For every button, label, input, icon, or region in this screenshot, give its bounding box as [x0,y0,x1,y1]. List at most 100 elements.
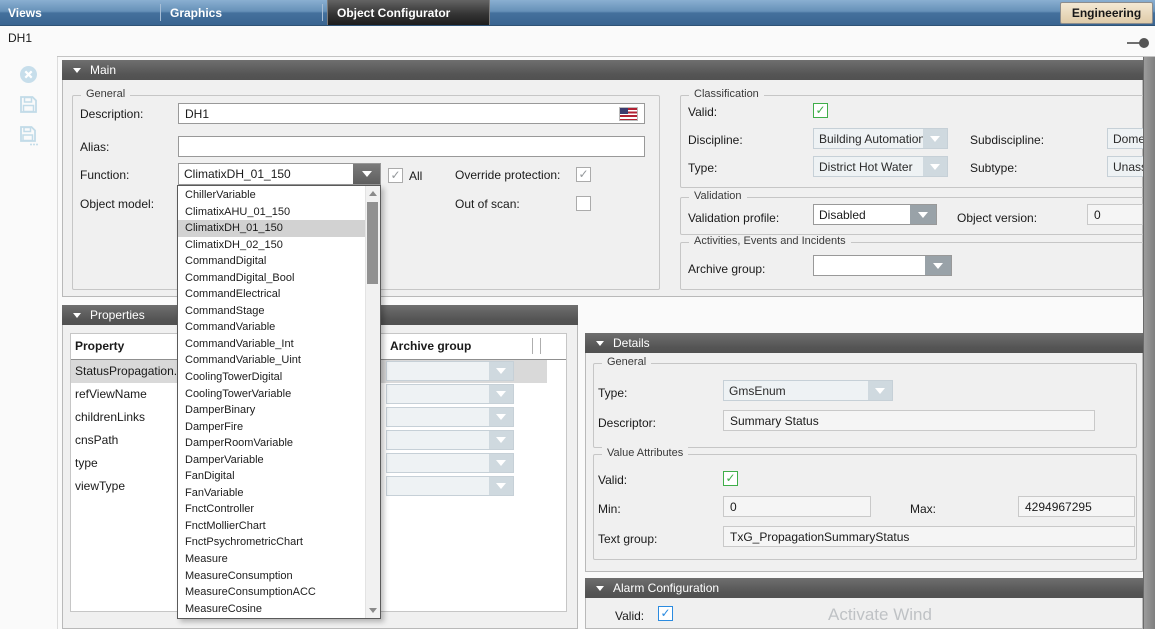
dropdown-item[interactable]: CommandVariable_Uint [178,352,365,369]
descriptor-field: Summary Status [723,410,1095,431]
save-as-icon [19,125,39,147]
archive-group-cell-value [387,454,489,472]
archive-group-cell-combobox [386,407,514,427]
all-checkbox[interactable] [388,168,403,183]
dropdown-item[interactable]: ClimatixDH_01_150 [178,220,365,237]
alias-input[interactable] [178,136,645,157]
validation-profile-combobox[interactable]: Disabled [813,204,937,225]
chevron-down-icon [923,129,947,148]
dropdown-item[interactable]: DamperVariable [178,452,365,469]
subtype-label: Subtype: [970,161,1017,175]
dropdown-item[interactable]: CoolingTowerVariable [178,386,365,403]
alarm-section-header[interactable]: Alarm Configuration [585,578,1143,598]
engineering-mode-button[interactable]: Engineering [1060,2,1153,24]
dropdown-item[interactable]: ClimatixAHU_01_150 [178,204,365,221]
archive-group-column-header[interactable]: Archive group [390,339,471,353]
dropdown-item[interactable]: DamperFire [178,419,365,436]
dropdown-item[interactable]: CommandElectrical [178,286,365,303]
tab-object-configurator[interactable]: Object Configurator [327,0,490,25]
chevron-down-icon[interactable] [925,256,951,275]
dropdown-item[interactable]: FnctMollierChart [178,518,365,535]
classification-type-label: Type: [688,161,717,175]
text-group-field: TxG_PropagationSummaryStatus [723,526,1135,547]
archive-group-cell-value [387,385,489,403]
text-group-label: Text group: [598,532,657,546]
collapse-triangle-icon [73,68,81,73]
chevron-down-icon[interactable] [353,164,380,184]
dropdown-item[interactable]: FnctPsychrometricChart [178,534,365,551]
description-input[interactable]: DH1 [178,103,645,124]
max-label: Max: [910,502,936,516]
object-model-label: Object model: [80,197,154,211]
details-type-value: GmsEnum [724,381,868,400]
archive-group-combobox[interactable] [813,255,952,276]
save-as-button[interactable] [19,125,38,144]
dropdown-item[interactable]: CommandStage [178,303,365,320]
main-section-header[interactable]: Main [62,60,1143,80]
property-cell[interactable]: type [75,452,98,475]
dropdown-scrollbar[interactable] [365,186,380,618]
chevron-down-icon[interactable] [910,205,936,224]
scrollbar-thumb[interactable] [367,202,378,284]
dropdown-item[interactable]: ChillerVariable [178,187,365,204]
dropdown-item[interactable]: MeasureCosine [178,601,365,618]
dropdown-item[interactable]: CommandVariable [178,319,365,336]
property-cell[interactable]: StatusPropagation. [75,360,177,383]
subdiscipline-value: Dome [1108,129,1146,148]
property-cell[interactable]: childrenLinks [75,406,145,429]
min-label: Min: [598,502,621,516]
classification-valid-checkbox[interactable] [813,103,828,118]
property-cell[interactable]: viewType [75,475,125,498]
dropdown-item[interactable]: CommandDigital_Bool [178,270,365,287]
archive-group-cell-value [387,477,489,495]
alarm-valid-checkbox[interactable] [658,606,673,621]
dropdown-item[interactable]: ClimatixDH_02_150 [178,237,365,254]
dropdown-item[interactable]: FanDigital [178,468,365,485]
alarm-valid-label: Valid: [615,609,644,623]
scroll-up-icon[interactable] [369,191,377,196]
property-cell[interactable]: refViewName [75,383,147,406]
scroll-down-icon[interactable] [369,608,377,613]
activities-legend: Activities, Events and Incidents [689,235,851,247]
save-button[interactable] [19,95,38,114]
chevron-down-icon [923,157,947,176]
dropdown-item[interactable]: CommandVariable_Int [178,336,365,353]
dropdown-item[interactable]: FnctController [178,501,365,518]
dropdown-item[interactable]: CommandDigital [178,253,365,270]
value-valid-checkbox[interactable] [723,471,738,486]
tab-graphics[interactable]: Graphics [170,0,222,25]
discard-button[interactable] [19,65,38,84]
override-protection-checkbox[interactable] [576,167,591,182]
object-configurator-screen: Views Graphics Object Configurator Engin… [0,0,1155,629]
descriptor-label: Descriptor: [598,416,656,430]
dropdown-item[interactable]: DamperBinary [178,402,365,419]
us-flag-language-icon [620,108,637,120]
dropdown-item[interactable]: MeasureConsumption [178,568,365,585]
function-combobox[interactable]: ClimatixDH_01_150 [178,163,381,185]
descriptor-value: Summary Status [730,414,819,428]
general-legend: General [81,88,130,100]
text-group-value: TxG_PropagationSummaryStatus [730,530,909,544]
dropdown-item[interactable]: MeasureConsumptionACC [178,584,365,601]
tab-views-label: Views [8,6,42,20]
dropdown-item[interactable]: CoolingTowerDigital [178,369,365,386]
discipline-combobox: Building Automation [813,128,948,149]
vertical-scrollbar[interactable] [1143,57,1155,629]
splitter-pin-icon[interactable] [1139,38,1149,48]
details-section-header[interactable]: Details [585,333,1143,353]
column-divider[interactable] [532,338,533,354]
archive-group-cell-combobox [386,476,514,496]
divider [57,56,1155,57]
tab-views[interactable]: Views [8,0,42,25]
dropdown-item[interactable]: FanVariable [178,485,365,502]
function-label: Function: [80,168,129,182]
out-of-scan-checkbox[interactable] [576,196,591,211]
column-divider[interactable] [540,338,541,354]
property-column-header[interactable]: Property [75,339,124,353]
dropdown-item[interactable]: Measure [178,551,365,568]
property-cell[interactable]: cnsPath [75,429,118,452]
chevron-down-icon [489,477,513,495]
validation-legend: Validation [689,190,747,202]
archive-group-label: Archive group: [688,262,765,276]
dropdown-item[interactable]: DamperRoomVariable [178,435,365,452]
